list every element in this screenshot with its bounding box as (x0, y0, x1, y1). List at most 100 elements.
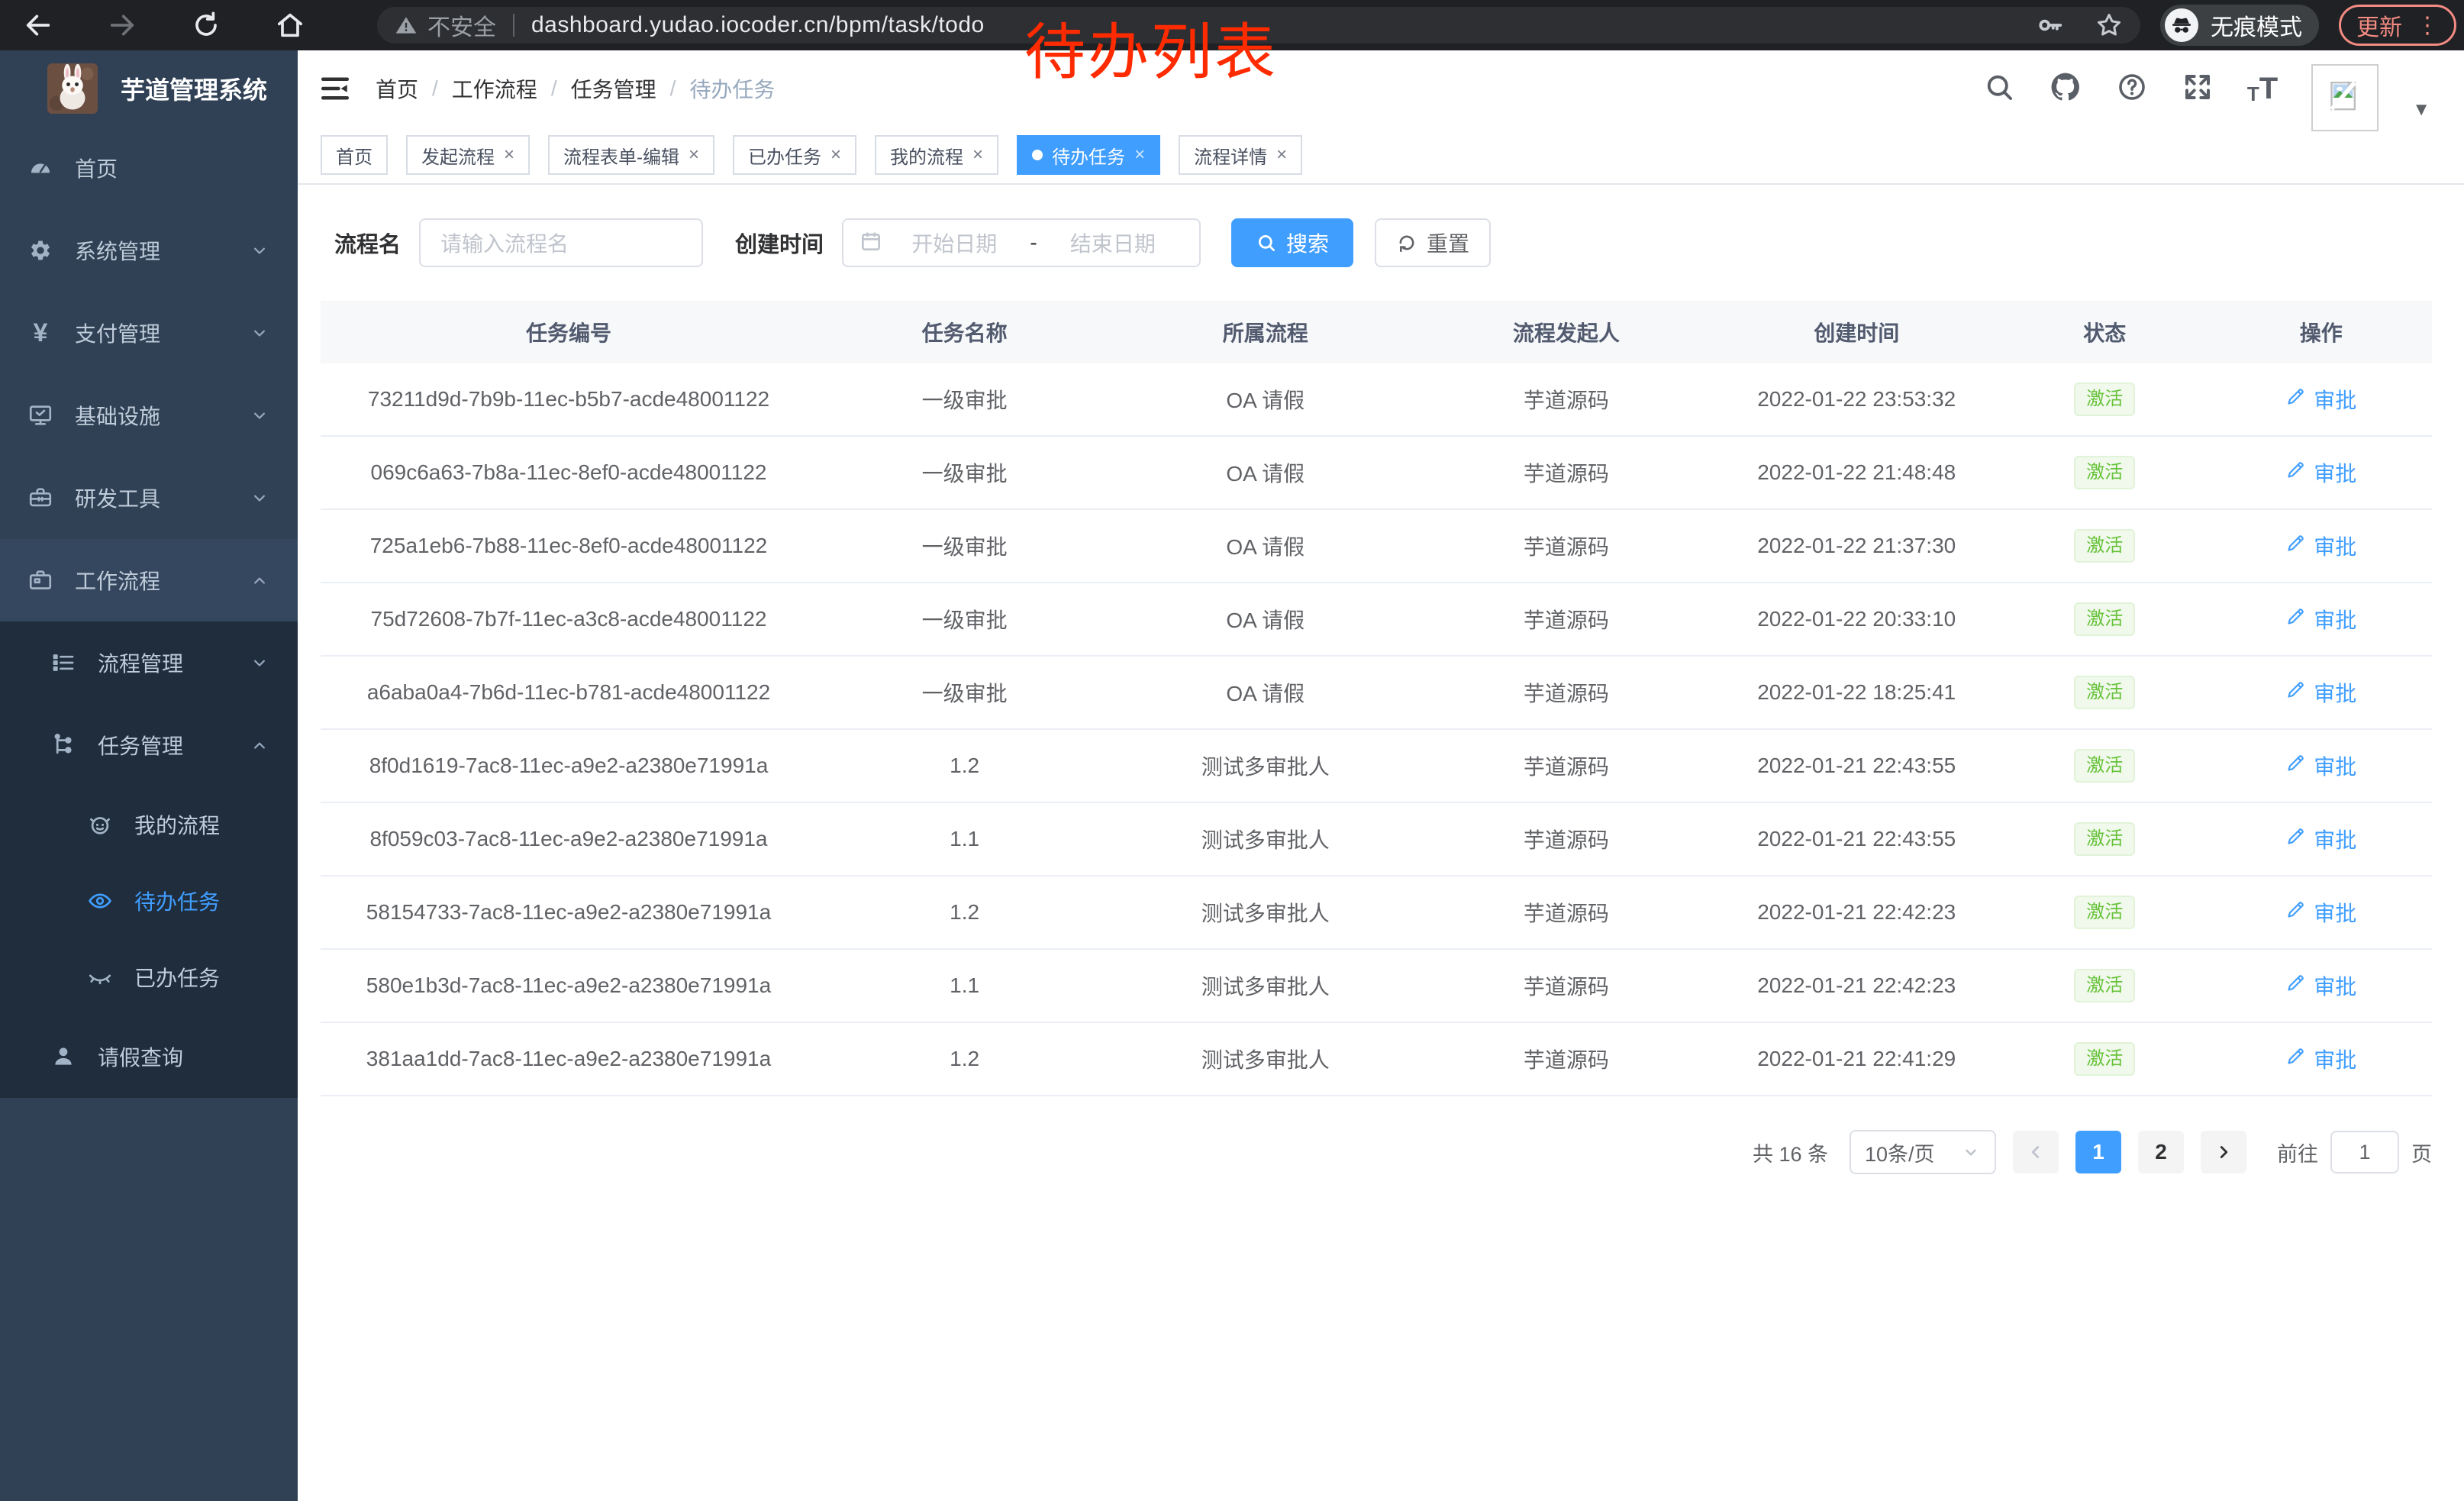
pencil-icon (2285, 899, 2306, 925)
approve-link[interactable]: 审批 (2285, 531, 2356, 561)
tab-close-icon[interactable]: × (830, 146, 841, 164)
page-size-select[interactable]: 10条/页 (1850, 1130, 1996, 1174)
chevron-up-icon (249, 570, 270, 591)
browser-reload-icon[interactable] (188, 7, 224, 44)
help-icon[interactable] (2116, 71, 2148, 107)
cell-task-name: 一级审批 (817, 457, 1112, 488)
reset-button[interactable]: 重置 (1375, 218, 1491, 267)
approve-link[interactable]: 审批 (2285, 970, 2356, 1001)
gear-icon (26, 237, 55, 263)
sidebar-item-system-mgmt[interactable]: 系统管理 (0, 209, 298, 292)
sidebar-item-label: 研发工具 (75, 483, 160, 513)
tab-my-process[interactable]: 我的流程× (875, 135, 998, 175)
user-avatar-broken-image[interactable] (2311, 64, 2379, 131)
next-page-button[interactable] (2201, 1131, 2246, 1173)
approve-link[interactable]: 审批 (2285, 677, 2356, 708)
tab-close-icon[interactable]: × (1134, 146, 1145, 164)
pencil-icon (2285, 826, 2306, 852)
cell-starter: 芋道源码 (1418, 457, 1714, 488)
approve-link[interactable]: 审批 (2285, 384, 2356, 415)
sidebar-item-label: 系统管理 (75, 235, 160, 266)
goto-page-input[interactable]: 1 (2330, 1131, 2399, 1173)
incognito-label: 无痕模式 (2211, 8, 2302, 42)
sidebar-item-process-mgmt[interactable]: 流程管理 (0, 621, 298, 704)
avatar-caret-down-icon[interactable]: ▼ (2412, 99, 2430, 121)
omnibox-divider (513, 14, 514, 37)
end-date-placeholder[interactable]: 结束日期 (1042, 228, 1184, 258)
range-separator: - (1025, 231, 1041, 255)
cell-status: 激活 (1999, 383, 2211, 416)
tab-process-form-edit[interactable]: 流程表单-编辑× (548, 135, 714, 175)
tab-todo-tasks[interactable]: 待办任务× (1017, 135, 1160, 175)
pagination: 共 16 条 10条/页 12 前往 1 页 (321, 1130, 2432, 1174)
url-text[interactable]: dashboard.yudao.iocoder.cn/bpm/task/todo (531, 12, 985, 38)
sidebar-item-my-process[interactable]: 我的流程 (0, 786, 298, 863)
github-icon[interactable] (2049, 70, 2082, 108)
approve-link[interactable]: 审批 (2285, 824, 2356, 854)
font-size-icon[interactable]: TT (2247, 73, 2278, 104)
prev-page-button[interactable] (2013, 1131, 2059, 1173)
browser-forward-icon[interactable] (104, 7, 140, 44)
cell-task-id: 8f059c03-7ac8-11ec-a9e2-a2380e71991a (321, 827, 817, 851)
chevron-down-icon (249, 322, 270, 344)
sidebar-item-task-mgmt[interactable]: 任务管理 (0, 704, 298, 786)
tab-close-icon[interactable]: × (689, 146, 699, 164)
breadcrumb-item-2[interactable]: 工作流程 (452, 73, 537, 104)
sidebar-item-infrastructure[interactable]: 基础设施 (0, 374, 298, 457)
monitor-icon (26, 402, 55, 428)
approve-link[interactable]: 审批 (2285, 1044, 2356, 1074)
sidebar-item-home[interactable]: 首页 (0, 127, 298, 209)
security-label[interactable]: 不安全 (427, 8, 496, 42)
calendar-icon (859, 229, 883, 257)
approve-link[interactable]: 审批 (2285, 457, 2356, 488)
sidebar-item-workflow[interactable]: 工作流程 (0, 539, 298, 621)
breadcrumb-item-3[interactable]: 任务管理 (571, 73, 656, 104)
tab-home[interactable]: 首页 (321, 135, 388, 175)
cell-starter: 芋道源码 (1418, 824, 1714, 854)
status-badge: 激活 (2074, 896, 2135, 929)
cell-created-time: 2022-01-22 20:33:10 (1714, 607, 1999, 631)
app-logo-row[interactable]: 芋道管理系统 (0, 50, 298, 127)
table-row-3: 725a1eb6-7b88-11ec-8ef0-acde48001122一级审批… (321, 510, 2432, 583)
sidebar-item-label: 首页 (75, 153, 118, 183)
approve-link[interactable]: 审批 (2285, 750, 2356, 781)
table-row-4: 75d72608-7b7f-11ec-a3c8-acde48001122一级审批… (321, 583, 2432, 657)
breadcrumb-item-1[interactable]: 首页 (376, 73, 418, 104)
total-count-label: 共 16 条 (1753, 1138, 1828, 1167)
tab-close-icon[interactable]: × (972, 146, 983, 164)
approve-link[interactable]: 审批 (2285, 604, 2356, 634)
approve-link[interactable]: 审批 (2285, 897, 2356, 928)
password-key-icon[interactable] (2035, 11, 2064, 40)
sidebar-item-label: 我的流程 (134, 809, 220, 840)
tab-close-icon[interactable]: × (504, 146, 514, 164)
browser-menu-icon[interactable]: ⋮ (2416, 12, 2439, 39)
tab-done-tasks[interactable]: 已办任务× (733, 135, 856, 175)
search-button[interactable]: 搜索 (1231, 218, 1353, 267)
sidebar-item-todo-tasks[interactable]: 待办任务 (0, 863, 298, 939)
bookmark-star-icon[interactable] (2095, 11, 2124, 40)
page-button-2[interactable]: 2 (2138, 1131, 2184, 1173)
page-button-1[interactable]: 1 (2075, 1131, 2121, 1173)
date-range-picker[interactable]: 开始日期 - 结束日期 (842, 218, 1201, 267)
sidebar-item-done-tasks[interactable]: 已办任务 (0, 939, 298, 1015)
sidebar-collapse-icon[interactable] (319, 73, 351, 105)
filter-form: 流程名 请输入流程名 创建时间 开始日期 - 结束日期 搜索 (334, 218, 2432, 267)
cell-task-id: 381aa1dd-7ac8-11ec-a9e2-a2380e71991a (321, 1047, 817, 1071)
cell-starter: 芋道源码 (1418, 384, 1714, 415)
sidebar-item-leave-query[interactable]: 请假查询 (0, 1015, 298, 1098)
tab-close-icon[interactable]: × (1276, 146, 1287, 164)
tab-process-detail[interactable]: 流程详情× (1179, 135, 1302, 175)
browser-back-icon[interactable] (20, 7, 56, 44)
browser-update-button[interactable]: 更新 ⋮ (2339, 5, 2456, 46)
start-date-placeholder[interactable]: 开始日期 (883, 228, 1025, 258)
search-icon[interactable] (1983, 71, 2015, 107)
browser-home-icon[interactable] (272, 7, 308, 44)
fullscreen-icon[interactable] (2182, 71, 2214, 107)
sidebar-item-dev-tools[interactable]: 研发工具 (0, 457, 298, 539)
cell-action: 审批 (2211, 970, 2432, 1001)
sidebar-item-payment-mgmt[interactable]: ¥支付管理 (0, 292, 298, 374)
cell-task-name: 1.2 (817, 900, 1112, 925)
process-name-input[interactable]: 请输入流程名 (419, 218, 703, 267)
tab-start-process[interactable]: 发起流程× (406, 135, 530, 175)
update-label[interactable]: 更新 (2356, 8, 2402, 42)
